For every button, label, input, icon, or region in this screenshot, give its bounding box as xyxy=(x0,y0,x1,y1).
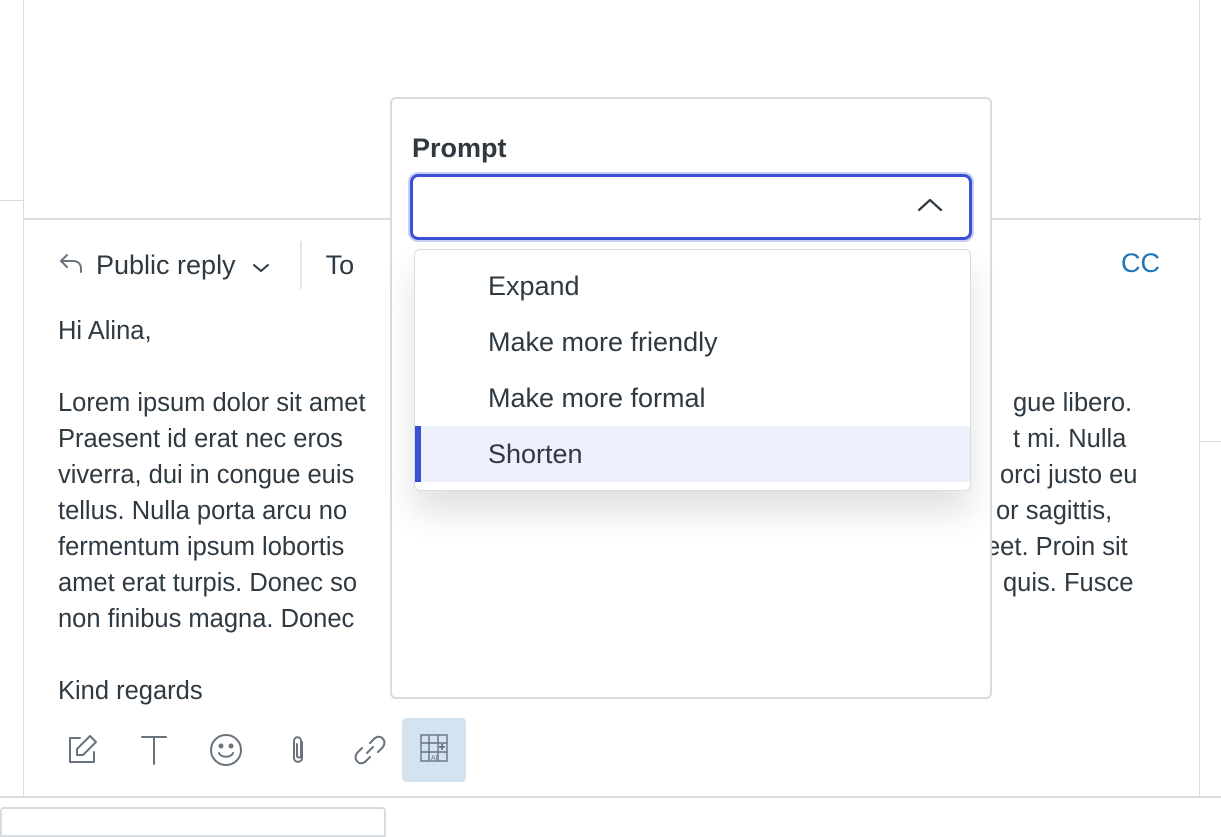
prompt-label: Prompt xyxy=(412,133,507,163)
body-line: Praesent id erat nec eros xyxy=(58,425,343,453)
composer-toolbar: AI xyxy=(58,718,466,782)
option-expand[interactable]: Expand xyxy=(415,258,970,314)
header-separator xyxy=(299,241,302,289)
body-line: tellus. Nulla porta arcu no xyxy=(58,497,348,525)
link-button[interactable] xyxy=(346,726,394,774)
compose-icon xyxy=(65,733,99,767)
prompt-select[interactable] xyxy=(410,174,972,240)
body-line: viverra, dui in congue euis xyxy=(58,461,355,489)
cc-link[interactable]: CC xyxy=(1121,248,1160,279)
reply-arrow-icon xyxy=(58,250,84,281)
left-edge-tick xyxy=(0,200,23,201)
text-format-icon xyxy=(139,733,169,767)
ai-assist-button[interactable]: AI xyxy=(402,718,466,782)
option-shorten[interactable]: Shorten xyxy=(415,426,970,482)
left-frame-border xyxy=(23,0,24,798)
compose-button[interactable] xyxy=(58,726,106,774)
ai-assist-icon: AI xyxy=(419,733,449,768)
body-line-end: gue libero. xyxy=(1013,389,1133,417)
body-line: non finibus magna. Donec xyxy=(58,605,355,633)
prompt-popover: Prompt Expand Make more friendly Make mo… xyxy=(390,97,992,699)
attachment-button[interactable] xyxy=(274,726,322,774)
attachment-icon xyxy=(287,733,309,767)
signoff-text: Kind regards xyxy=(58,677,203,705)
body-line: Lorem ipsum dolor sit amet xyxy=(58,389,366,417)
svg-text:AI: AI xyxy=(431,755,438,762)
body-line-end: quis. Fusce xyxy=(1003,569,1134,597)
reply-type-dropdown[interactable]: Public reply xyxy=(58,250,270,281)
right-edge-tick xyxy=(1200,441,1221,442)
greeting-text: Hi Alina, xyxy=(58,317,152,345)
option-make-more-friendly[interactable]: Make more friendly xyxy=(415,314,970,370)
body-line-end: orci justo eu xyxy=(1000,461,1138,489)
option-make-more-formal[interactable]: Make more formal xyxy=(415,370,970,426)
prompt-options-list: Expand Make more friendly Make more form… xyxy=(414,249,971,491)
emoji-icon xyxy=(209,733,243,767)
reply-type-label: Public reply xyxy=(96,249,236,280)
link-icon xyxy=(353,733,387,767)
body-line-end: or sagittis, xyxy=(996,497,1113,525)
right-frame-border xyxy=(1199,0,1200,798)
body-line-end: eet. Proin sit xyxy=(986,533,1128,561)
bottom-panel-tab[interactable] xyxy=(0,807,386,837)
to-label: To xyxy=(325,249,355,280)
body-line-end: t mi. Nulla xyxy=(1013,425,1127,453)
chevron-up-icon xyxy=(917,197,943,218)
emoji-button[interactable] xyxy=(202,726,250,774)
text-format-button[interactable] xyxy=(130,726,178,774)
composer-bottom-border xyxy=(0,796,1221,798)
chevron-down-icon xyxy=(252,250,270,281)
reply-header: Public reply To xyxy=(58,240,354,290)
body-line: fermentum ipsum lobortis xyxy=(58,533,345,561)
body-line: amet erat turpis. Donec so xyxy=(58,569,358,597)
